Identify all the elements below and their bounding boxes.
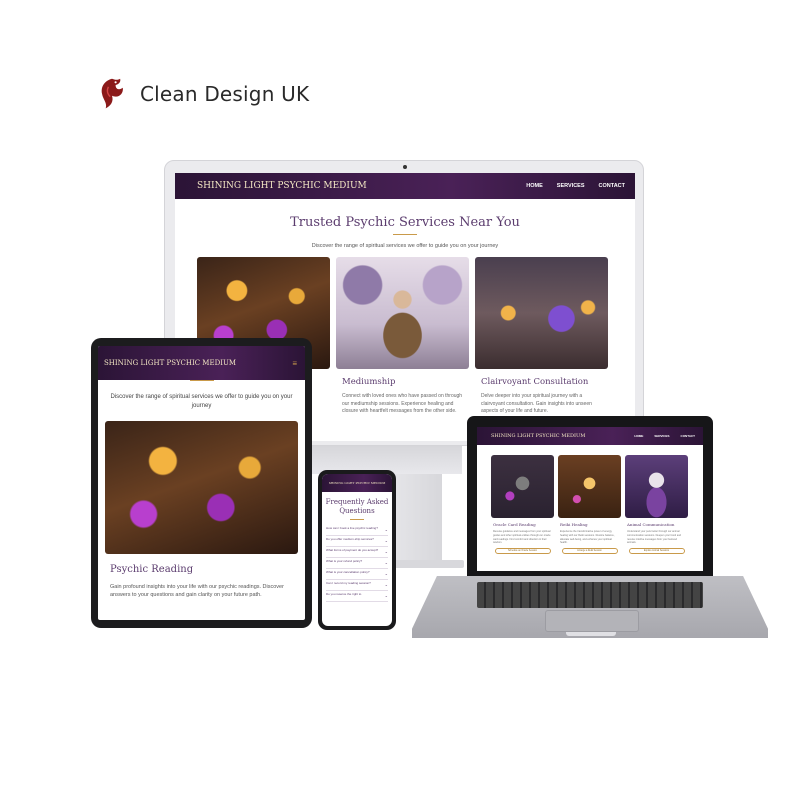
site-title[interactable]: SHINING LIGHT PSYCHIC MEDIUM: [491, 433, 585, 439]
faq-question: Do you reserve the right to: [326, 591, 362, 596]
tablet-navbar: SHINING LIGHT PSYCHIC MEDIUM ≡: [98, 346, 305, 380]
faq-item[interactable]: Do you reserve the right to ⌄: [326, 591, 388, 602]
card-button[interactable]: Arrange a Reiki Session: [561, 548, 618, 554]
faq-item[interactable]: What forms of payment do you accept? ⌄: [326, 547, 388, 558]
card-button[interactable]: Explore Animal Sessions: [628, 548, 685, 554]
title-divider: [189, 380, 214, 381]
faq-heading: Frequently Asked Questions: [325, 498, 389, 515]
faq-question: What forms of payment do you accept?: [326, 547, 379, 552]
nav-links: HOME SERVICES CONTACT: [520, 183, 625, 189]
faq-item[interactable]: What is your refund policy? ⌄: [326, 558, 388, 569]
faq-item[interactable]: Can I record my reading session? ⌄: [326, 580, 388, 591]
card-text: Experience the transformative power of e…: [560, 530, 615, 544]
phone-navbar: SHINING LIGHT PSYCHIC MEDIUM: [322, 474, 392, 492]
service-cards: Oracle Card Reading Receive guidance and…: [491, 455, 688, 554]
page-title: Trusted Psychic Services Near You: [290, 215, 520, 230]
faq-list: How can I book a live psychic reading? ⌄ …: [326, 525, 388, 602]
chevron-down-icon[interactable]: ⌄: [385, 527, 388, 532]
brand-header: Clean Design UK: [94, 76, 309, 112]
brand-name: Clean Design UK: [140, 82, 310, 106]
laptop-screen: SHINING LIGHT PSYCHIC MEDIUM HOME SERVIC…: [477, 427, 703, 571]
card-image: [336, 257, 469, 369]
nav-home[interactable]: HOME: [526, 183, 543, 189]
nav-contact[interactable]: CONTACT: [599, 183, 625, 189]
hamburger-menu-icon[interactable]: ≡: [292, 359, 297, 368]
title-divider: [393, 234, 417, 235]
card-title: Clairvoyant Consultation: [481, 377, 589, 387]
card-text: Gain profound insights into your life wi…: [110, 584, 284, 599]
nav-services[interactable]: SERVICES: [557, 183, 585, 189]
chevron-down-icon[interactable]: ⌄: [385, 593, 388, 598]
card-text: Receive guidance and messages from your …: [493, 530, 551, 544]
nav-home[interactable]: HOME: [634, 434, 643, 438]
site-title[interactable]: SHINING LIGHT PSYCHIC MEDIUM: [104, 359, 236, 367]
chevron-down-icon[interactable]: ⌄: [385, 582, 388, 587]
faq-item[interactable]: What is your cancellation policy? ⌄: [326, 569, 388, 580]
card-image: [558, 455, 621, 518]
chevron-down-icon[interactable]: ⌄: [385, 549, 388, 554]
card-text: Delve deeper into your spiritual journey…: [481, 393, 592, 414]
site-title[interactable]: SHINING LIGHT PSYCHIC MEDIUM: [197, 181, 367, 191]
nav-services[interactable]: SERVICES: [654, 434, 669, 438]
faq-question: Can I record my reading session?: [326, 580, 371, 585]
chevron-down-icon[interactable]: ⌄: [385, 571, 388, 576]
card-image: [625, 455, 688, 518]
service-card[interactable]: Animal Communication Understand your pet…: [625, 455, 688, 554]
site-title[interactable]: SHINING LIGHT PSYCHIC MEDIUM: [329, 481, 386, 485]
tablet-device: SHINING LIGHT PSYCHIC MEDIUM ≡ Discover …: [91, 338, 312, 628]
card-title: Reiki Healing: [560, 522, 588, 527]
dragon-icon: [101, 78, 123, 109]
faq-item[interactable]: How can I book a live psychic reading? ⌄: [326, 525, 388, 536]
laptop-keyboard: [477, 582, 703, 608]
laptop-lid: SHINING LIGHT PSYCHIC MEDIUM HOME SERVIC…: [467, 416, 713, 576]
card-title: Mediumship: [342, 377, 396, 387]
card-text: Connect with loved ones who have passed …: [342, 393, 463, 414]
faq-question: How can I book a live psychic reading?: [326, 525, 378, 530]
card-title: Animal Communication: [627, 522, 675, 527]
service-card[interactable]: Oracle Card Reading Receive guidance and…: [491, 455, 554, 554]
faq-question: Do you offer medium-ship services?: [326, 536, 374, 541]
service-card[interactable]: Clairvoyant Consultation Delve deeper in…: [475, 257, 608, 416]
desktop-navbar: SHINING LIGHT PSYCHIC MEDIUM HOME SERVIC…: [175, 173, 635, 199]
chevron-down-icon[interactable]: ⌄: [385, 538, 388, 543]
webcam-dot: [403, 165, 407, 169]
service-card[interactable]: Reiki Healing Experience the transformat…: [558, 455, 621, 554]
title-divider: [350, 518, 364, 520]
laptop-notch: [566, 632, 616, 636]
page-subtitle: Discover the range of spiritual services…: [311, 243, 499, 249]
phone-screen: SHINING LIGHT PSYCHIC MEDIUM Frequently …: [322, 474, 392, 626]
chevron-down-icon[interactable]: ⌄: [385, 560, 388, 565]
card-image: [105, 421, 298, 554]
card-image: [491, 455, 554, 518]
card-title: Psychic Reading: [110, 564, 194, 575]
nav-contact[interactable]: CONTACT: [681, 434, 695, 438]
phone-device: SHINING LIGHT PSYCHIC MEDIUM Frequently …: [318, 470, 396, 630]
card-title: Oracle Card Reading: [493, 522, 536, 527]
card-text: Understand your pets better through our …: [627, 530, 682, 544]
card-button[interactable]: Schedule an Oracle Session: [494, 548, 551, 554]
faq-question: What is your refund policy?: [326, 558, 363, 563]
nav-links: HOME SERVICES CONTACT: [631, 434, 695, 438]
faq-item[interactable]: Do you offer medium-ship services? ⌄: [326, 536, 388, 547]
card-image: [475, 257, 608, 369]
service-card[interactable]: Mediumship Connect with loved ones who h…: [336, 257, 469, 416]
page-subtitle: Discover the range of spiritual services…: [110, 394, 293, 409]
faq-question: What is your cancellation policy?: [326, 569, 370, 574]
laptop-navbar: SHINING LIGHT PSYCHIC MEDIUM HOME SERVIC…: [477, 427, 703, 445]
tablet-screen: SHINING LIGHT PSYCHIC MEDIUM ≡ Discover …: [98, 346, 305, 620]
laptop-trackpad: [545, 610, 639, 632]
